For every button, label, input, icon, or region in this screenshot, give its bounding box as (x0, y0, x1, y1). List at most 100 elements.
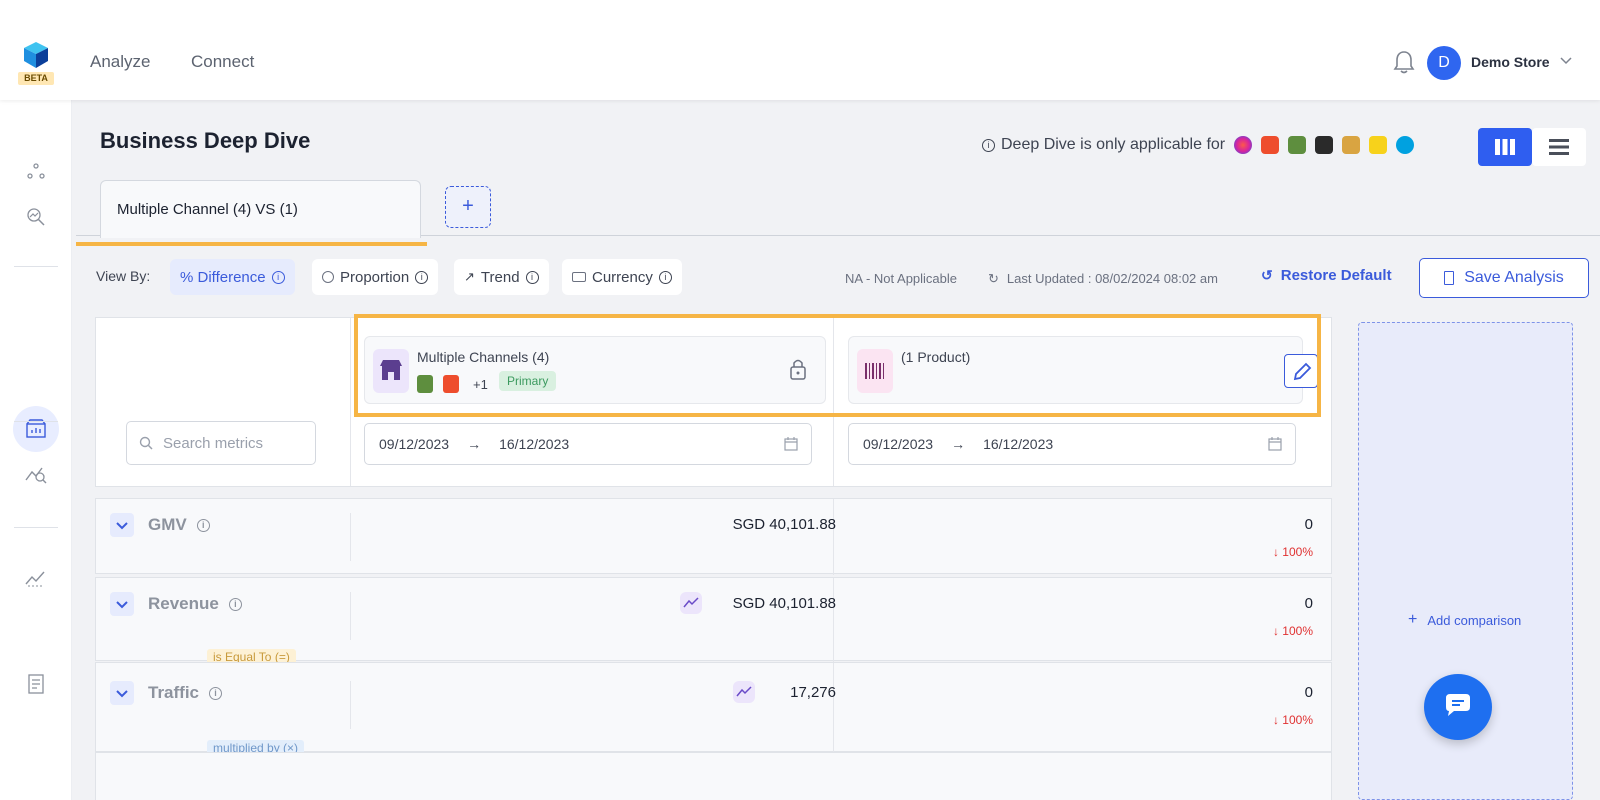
info-icon[interactable]: i (525, 270, 539, 284)
search-input[interactable]: Search metrics (126, 421, 316, 465)
salesforce-icon (1396, 136, 1415, 154)
info-icon[interactable]: i (228, 597, 242, 611)
columns-icon (1495, 139, 1515, 155)
line-chart-icon[interactable] (24, 566, 48, 590)
add-comparison-button[interactable]: + Add comparison (1408, 611, 1521, 629)
date-range-a[interactable]: 09/12/2023 → 16/12/2023 (364, 423, 812, 465)
search-analysis-icon[interactable] (24, 205, 48, 229)
deep-dive-note-text: Deep Dive is only applicable for (1001, 136, 1226, 153)
bookmark-icon (1444, 271, 1455, 285)
refresh-icon: ↻ (988, 271, 999, 286)
metric-row-gmv: GMV i SGD 40,101.88 0 ↓ 100% (95, 498, 1332, 575)
info-icon[interactable]: i (209, 686, 223, 700)
highlight-box (354, 314, 1321, 417)
metric-row-next (95, 752, 1332, 800)
expand-chevron-icon[interactable] (110, 681, 134, 705)
list-view-button[interactable] (1532, 128, 1586, 166)
na-note: NA - Not Applicable (845, 271, 958, 286)
proportion-label: Proportion (340, 268, 410, 286)
change-value: 100% (1282, 713, 1313, 727)
view-by-label: View By: (96, 268, 151, 284)
info-icon[interactable]: i (196, 518, 210, 532)
view-difference-button[interactable]: % Difference i (170, 259, 295, 295)
last-updated-text: Last Updated : 08/02/2024 08:02 am (1006, 271, 1218, 286)
metric-label: Revenue i (148, 594, 242, 614)
avatar[interactable]: D (1427, 46, 1461, 80)
sidebar-divider (14, 527, 58, 528)
metric-value-a: SGD 40,101.88 (732, 516, 836, 533)
column-divider (833, 663, 834, 753)
main-content: Business Deep Dive i Deep Dive is only a… (72, 100, 1600, 800)
add-comparison-label: Add comparison (1427, 612, 1522, 628)
calendar-icon (784, 437, 798, 451)
add-tab-button[interactable]: + (445, 186, 491, 228)
arrow-right-icon: → (467, 436, 482, 452)
expand-chevron-icon[interactable] (110, 513, 134, 537)
change-value: 100% (1282, 624, 1313, 638)
marketplace-box-icon (1342, 136, 1361, 154)
tab-multiple-channel[interactable]: Multiple Channel (4) VS (1) (100, 180, 421, 238)
chevron-down-icon[interactable] (1560, 54, 1572, 66)
tiktok-icon (1315, 136, 1334, 154)
store-name[interactable]: Demo Store (1471, 54, 1550, 70)
column-divider (833, 499, 834, 575)
metric-value-b: 0 (1304, 684, 1313, 701)
trend-search-icon[interactable] (24, 462, 48, 486)
change-value: 100% (1282, 545, 1313, 559)
expand-chevron-icon[interactable] (110, 592, 134, 616)
trend-label: Trend (480, 268, 520, 286)
nav-connect[interactable]: Connect (191, 52, 254, 72)
search-placeholder: Search metrics (163, 434, 264, 452)
pie-icon (322, 271, 334, 283)
view-currency-button[interactable]: Currency i (562, 259, 682, 295)
top-bar: BETA Analyze Connect D Demo Store (0, 0, 1600, 100)
chat-bubble-icon (1446, 694, 1470, 716)
report-icon[interactable] (24, 672, 48, 696)
metric-label: Traffic i (148, 683, 223, 703)
save-label: Save Analysis (1464, 269, 1564, 286)
trend-icon[interactable] (680, 592, 702, 614)
info-icon[interactable]: i (271, 270, 285, 284)
column-divider (350, 318, 351, 486)
save-analysis-button[interactable]: Save Analysis (1419, 258, 1589, 298)
currency-label: Currency (592, 268, 653, 286)
shopify-icon (1288, 136, 1307, 154)
column-divider (350, 592, 351, 640)
metric-name: Traffic (148, 683, 200, 702)
nav-analyze[interactable]: Analyze (90, 52, 150, 72)
app-logo[interactable]: BETA (18, 42, 54, 88)
info-icon[interactable]: i (415, 270, 429, 284)
sidebar-divider (14, 266, 58, 267)
bell-icon[interactable] (1393, 50, 1415, 74)
metric-name: Revenue (148, 594, 219, 613)
chat-button[interactable] (1424, 674, 1492, 740)
column-divider (350, 681, 351, 729)
nodes-icon[interactable] (24, 160, 48, 184)
column-view-button[interactable] (1478, 128, 1532, 166)
history-icon: ↺ (1261, 267, 1273, 283)
plus-icon: + (1408, 611, 1418, 628)
metric-value-b: 0 (1304, 516, 1313, 533)
column-divider (350, 513, 351, 561)
date-to: 16/12/2023 (983, 436, 1054, 452)
restore-label: Restore Default (1280, 267, 1392, 284)
view-trend-button[interactable]: ↗ Trend i (454, 259, 549, 295)
view-proportion-button[interactable]: Proportion i (312, 259, 439, 295)
restore-default-button[interactable]: ↺ Restore Default (1261, 267, 1392, 284)
date-range-b[interactable]: 09/12/2023 → 16/12/2023 (848, 423, 1296, 465)
metric-value-a: SGD 40,101.88 (732, 595, 836, 612)
list-icon (1549, 139, 1569, 155)
difference-label: % Difference (180, 268, 266, 286)
metric-row-traffic: Traffic i 17,276 0 ↓ 100% (95, 662, 1332, 753)
date-from: 09/12/2023 (863, 436, 934, 452)
tab-active-underline (76, 242, 427, 246)
flipkart-icon (1369, 136, 1388, 154)
currency-icon (572, 272, 586, 282)
info-icon[interactable]: i (658, 270, 672, 284)
sidebar (0, 100, 72, 800)
change-indicator: ↓ 100% (1272, 624, 1313, 638)
instagram-ads-icon (1234, 136, 1253, 154)
date-to: 16/12/2023 (499, 436, 570, 452)
trend-icon[interactable] (733, 681, 755, 703)
deep-dive-note: i Deep Dive is only applicable for (982, 136, 1415, 154)
